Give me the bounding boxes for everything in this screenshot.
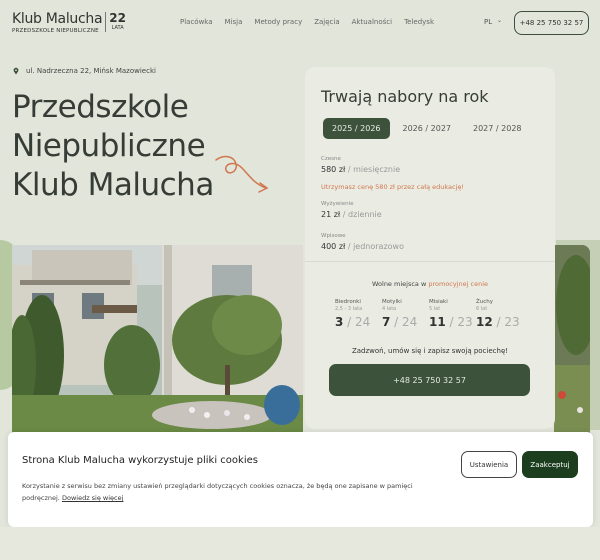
location-pin-icon	[13, 67, 19, 75]
nav-item-metody-pracy[interactable]: Metody pracy	[254, 18, 302, 26]
group-name: Żuchy	[476, 299, 494, 305]
price-entry-fee: Wpisowe 400 zł / jednorazowo	[321, 233, 404, 251]
logo-years-label: LATA	[111, 25, 124, 31]
discount-note: Utrzymasz cenę 580 zł przez całą edukacj…	[321, 183, 464, 191]
nav-item-placowka[interactable]: Placówka	[180, 18, 213, 26]
price-unit: / dziennie	[342, 210, 382, 219]
price-amount: 21 zł	[321, 210, 341, 219]
tab-2027-2028[interactable]: 2027 / 2028	[464, 118, 531, 139]
price-label: Czesne	[321, 156, 341, 162]
cookie-banner: Strona Klub Malucha wykorzystuje pliki c…	[8, 432, 593, 527]
decorative-swirl-arrow-icon	[215, 155, 269, 193]
group-total: 23	[457, 315, 473, 329]
cookie-settings-button[interactable]: Ustawienia	[461, 451, 517, 478]
price-label: Wpisowe	[321, 233, 346, 239]
group-age: 2,5 - 3 lata	[335, 306, 363, 312]
chevron-down-icon: ⌄	[497, 17, 503, 24]
main-nav: Placówka Misja Metody pracy Zajęcia Aktu…	[180, 18, 446, 26]
nav-item-aktualnosci[interactable]: Aktualności	[352, 18, 392, 26]
address-text: ul. Nadrzeczna 22, Mińsk Mazowiecki	[26, 67, 156, 75]
price-unit: / jednorazowo	[347, 242, 404, 251]
group-age: 4 lata	[382, 306, 397, 312]
price-amount: 580 zł	[321, 165, 346, 174]
language-selector[interactable]: PL	[484, 18, 492, 26]
group-free: 12	[476, 315, 493, 329]
tab-2025-2026[interactable]: 2025 / 2026	[323, 118, 390, 139]
title-line-1: Przedszkole	[12, 89, 189, 125]
group-misiaki: Misiaki 5 lat 11 / 23	[429, 299, 476, 329]
group-name: Motylki	[382, 299, 402, 305]
cookie-accept-button[interactable]: Zaakceptuj	[522, 451, 578, 478]
cookie-text: Korzystanie z serwisu bez zmiany ustawie…	[22, 482, 413, 502]
price-tuition: Czesne 580 zł / miesięcznie	[321, 156, 400, 174]
group-name: Misiaki	[429, 299, 448, 305]
tab-2026-2027[interactable]: 2026 / 2027	[394, 118, 461, 139]
address: ul. Nadrzeczna 22, Mińsk Mazowiecki	[12, 67, 156, 75]
group-total: 23	[504, 315, 520, 329]
divider	[305, 261, 555, 262]
price-amount: 400 zł	[321, 242, 346, 251]
free-places-title: Wolne miejsca w promocyjnej cenie	[371, 280, 489, 288]
price-meals: Wyżywienie 21 zł / dziennie	[321, 201, 382, 219]
cookie-learn-more-link[interactable]: Dowiedz się więcej	[62, 494, 123, 502]
page-bottom-area	[0, 527, 600, 560]
logo-years: 22	[109, 11, 126, 25]
building-photo	[12, 245, 303, 433]
logo-name: Klub Malucha	[12, 11, 103, 27]
enrollment-title: Trwają nabory na rok	[321, 87, 489, 106]
group-free: 11	[429, 315, 446, 329]
nav-item-zajecia[interactable]: Zajęcia	[314, 18, 339, 26]
logo-divider	[105, 12, 107, 32]
enrollment-card: Trwają nabory na rok 2025 / 2026 2026 / …	[305, 67, 555, 429]
group-zuchy: Żuchy 6 lat 12 / 23	[476, 299, 523, 329]
cookie-title: Strona Klub Malucha wykorzystuje pliki c…	[22, 455, 258, 466]
logo[interactable]: Klub Malucha PRZEDSZKOLE NIEPUBLICZNE 22…	[12, 11, 126, 35]
logo-subtitle: PRZEDSZKOLE NIEPUBLICZNE	[12, 28, 99, 34]
cta-text: Zadzwoń, umów się i zapisz swoją pociech…	[351, 347, 509, 355]
price-label: Wyżywienie	[321, 201, 354, 207]
group-total: 24	[402, 315, 418, 329]
nav-item-teledysk[interactable]: Teledysk	[404, 18, 434, 26]
title-line-3: Klub Malucha	[12, 167, 214, 203]
groups-list: Biedronki 2,5 - 3 lata 3 / 24 Motylki 4 …	[335, 299, 523, 329]
group-name: Biedronki	[335, 299, 361, 305]
header-phone-button[interactable]: +48 25 750 32 57	[514, 11, 589, 35]
title-line-2: Niepubliczne	[12, 128, 206, 164]
nav-item-misja[interactable]: Misja	[225, 18, 243, 26]
group-age: 6 lat	[476, 306, 488, 312]
secondary-photo	[554, 245, 590, 433]
group-biedronki: Biedronki 2,5 - 3 lata 3 / 24	[335, 299, 382, 329]
year-tabs: 2025 / 2026 2026 / 2027 2027 / 2028	[323, 118, 531, 139]
group-total: 24	[355, 315, 371, 329]
call-button[interactable]: +48 25 750 32 57	[329, 364, 530, 396]
group-motylki: Motylki 4 lata 7 / 24	[382, 299, 429, 329]
site-header: Klub Malucha PRZEDSZKOLE NIEPUBLICZNE 22…	[0, 0, 600, 46]
secondary-photo-illustration	[554, 245, 590, 433]
building-photo-illustration	[12, 245, 303, 433]
page-title: Przedszkole Niepubliczne Klub Malucha	[12, 88, 242, 205]
group-age: 5 lat	[429, 306, 441, 312]
price-unit: / miesięcznie	[347, 165, 401, 174]
